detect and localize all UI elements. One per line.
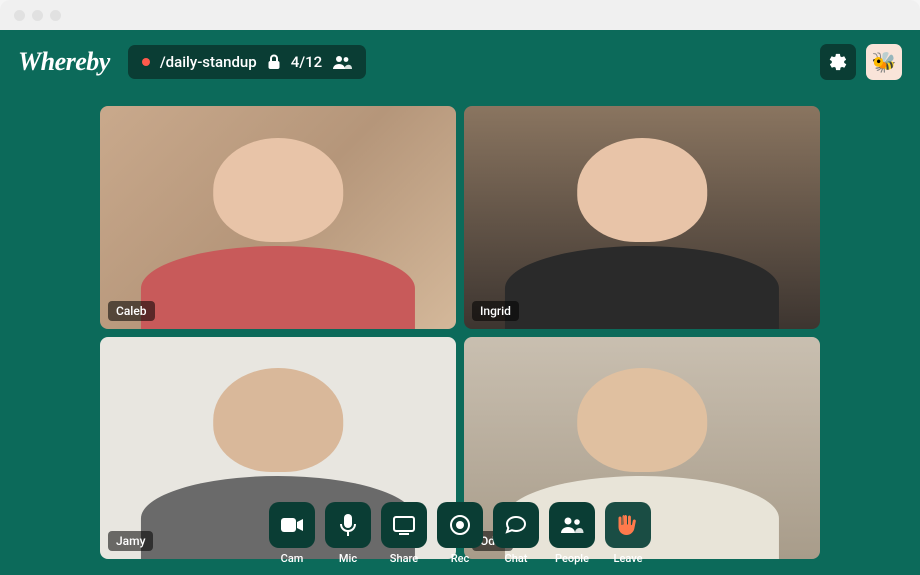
chat-label: Chat xyxy=(505,552,528,565)
recording-dot-icon xyxy=(142,58,150,66)
leave-button[interactable]: Leave xyxy=(605,502,651,565)
traffic-light-maximize[interactable] xyxy=(50,10,61,21)
lock-icon xyxy=(267,54,281,70)
toolbar: Cam Mic xyxy=(269,502,651,565)
people-button[interactable]: People xyxy=(549,502,595,565)
mic-button[interactable]: Mic xyxy=(325,502,371,565)
browser-chrome xyxy=(0,0,920,30)
rec-label: Rec xyxy=(451,552,470,565)
settings-button[interactable] xyxy=(820,44,856,80)
brand-logo: Whereby xyxy=(18,47,110,77)
screen-share-icon xyxy=(392,515,416,535)
participant-count: 4/12 xyxy=(291,53,322,71)
traffic-light-minimize[interactable] xyxy=(32,10,43,21)
cam-button[interactable]: Cam xyxy=(269,502,315,565)
share-button[interactable]: Share xyxy=(381,502,427,565)
record-icon xyxy=(449,514,471,536)
people-icon xyxy=(332,54,352,70)
chat-icon xyxy=(505,515,527,535)
participant-video-placeholder xyxy=(517,123,766,312)
participant-name-tag: Jamy xyxy=(108,531,153,551)
mic-label: Mic xyxy=(339,552,357,565)
room-name: /daily-standup xyxy=(160,53,257,71)
rec-button[interactable]: Rec xyxy=(437,502,483,565)
wave-icon xyxy=(616,513,640,537)
video-grid: Caleb Ingrid Jamy Odin xyxy=(0,106,920,559)
user-avatar[interactable]: 🐝 xyxy=(866,44,902,80)
avatar-icon: 🐝 xyxy=(872,50,897,74)
people-label: People xyxy=(555,552,589,565)
people-icon xyxy=(560,516,584,534)
participant-name-tag: Ingrid xyxy=(472,301,519,321)
video-tile[interactable]: Ingrid xyxy=(464,106,820,329)
participant-name-tag: Caleb xyxy=(108,301,155,321)
mic-icon xyxy=(339,513,357,537)
share-label: Share xyxy=(390,552,418,565)
traffic-light-close[interactable] xyxy=(14,10,25,21)
topbar: Whereby /daily-standup 4/12 xyxy=(0,30,920,94)
chat-button[interactable]: Chat xyxy=(493,502,539,565)
participant-video-placeholder xyxy=(153,123,402,312)
room-info-pill[interactable]: /daily-standup 4/12 xyxy=(128,45,366,79)
gear-icon xyxy=(828,52,848,72)
cam-label: Cam xyxy=(281,552,304,565)
leave-label: Leave xyxy=(614,552,643,565)
app-container: Whereby /daily-standup 4/12 xyxy=(0,30,920,575)
camera-icon xyxy=(280,516,304,534)
topbar-right: 🐝 xyxy=(820,44,902,80)
video-tile[interactable]: Caleb xyxy=(100,106,456,329)
